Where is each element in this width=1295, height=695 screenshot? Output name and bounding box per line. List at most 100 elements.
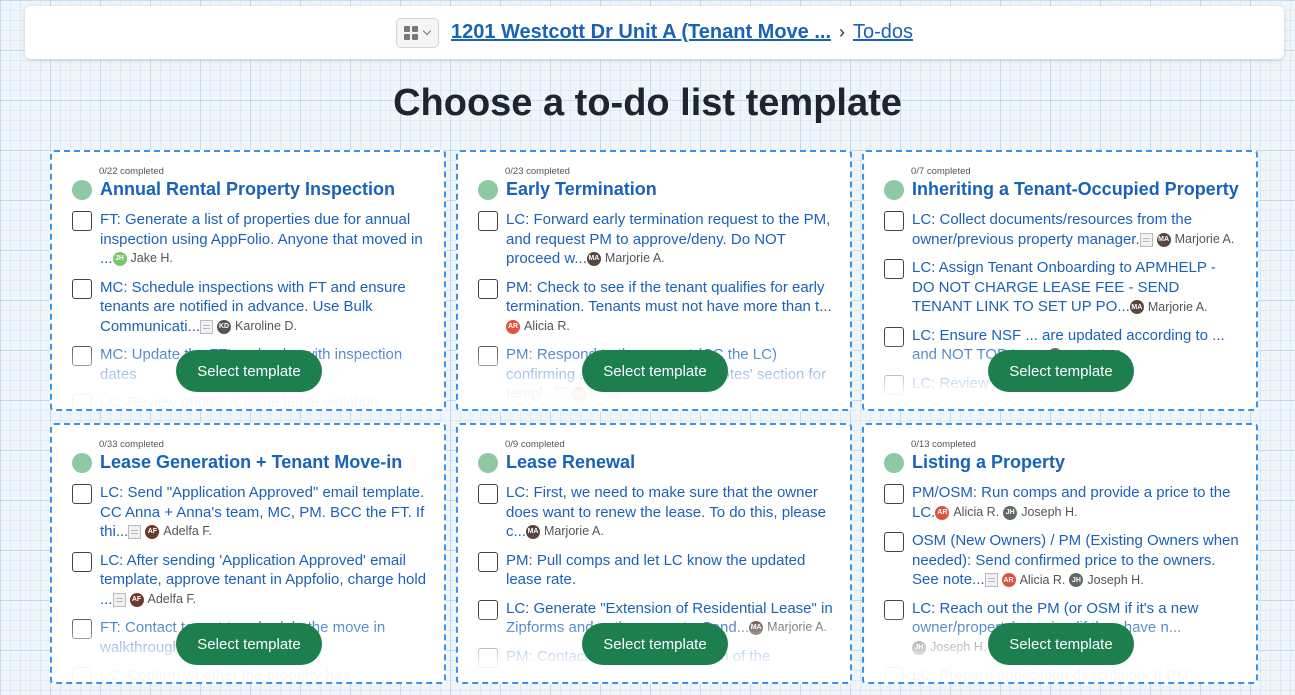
todo-checkbox[interactable] (478, 278, 498, 299)
todo-checkbox[interactable] (884, 532, 904, 553)
progress-dot-icon (478, 452, 498, 473)
template-header: Early Termination (478, 179, 657, 200)
todo-item: PM/OSM: Run comps and provide a price to… (884, 483, 1242, 522)
assignee-avatar: AR (1001, 573, 1016, 588)
todo-item: LC: Send "Application Approved" email te… (72, 483, 430, 542)
todo-text-block: LC: Collect documents/resources from the… (912, 210, 1242, 249)
assignee-avatar: AR (935, 505, 950, 520)
assignee-avatar: KD (217, 319, 232, 334)
todo-checkbox[interactable] (72, 551, 92, 572)
todo-text-block: LC: Forward early termination request to… (506, 210, 836, 269)
assignee-name: Alicia R. (524, 318, 570, 333)
assignee-avatar: JH (1069, 573, 1084, 588)
todo-meta: KD Karoline D. (200, 317, 297, 336)
chevron-down-icon (423, 26, 432, 36)
select-template-button[interactable]: Select template (582, 623, 728, 665)
todo-meta: AR Alicia R. (506, 317, 570, 336)
notes-document-icon (112, 592, 126, 607)
select-template-button[interactable]: Select template (988, 623, 1134, 665)
template-card[interactable]: 0/7 completed Inheriting a Tenant-Occupie… (862, 150, 1258, 411)
assignee-name: Joseph H. (1021, 504, 1078, 519)
project-switcher-button[interactable] (395, 17, 439, 48)
assignee-avatar: MA (1129, 300, 1144, 315)
template-header: Annual Rental Property Inspection (72, 179, 395, 200)
template-card[interactable]: 0/33 completed Lease Generation + Tenant … (50, 423, 446, 684)
todo-checkbox[interactable] (884, 211, 904, 231)
select-template-button[interactable]: Select template (988, 350, 1134, 392)
notes-document-icon (1139, 232, 1153, 247)
select-template-button[interactable]: Select template (582, 350, 728, 392)
notes-document-icon (128, 525, 142, 540)
breadcrumb-separator: › (839, 22, 846, 42)
assignee-name: Adelfa F. (163, 524, 212, 539)
template-title[interactable]: Early Termination (506, 179, 657, 200)
template-card[interactable]: 0/13 completed Listing a Property PM/OSM: … (862, 423, 1258, 684)
assignee-name: Jake H. (130, 251, 173, 266)
assignee-name: Adelfa F. (147, 591, 197, 606)
todo-meta: MAMarjorie A. (586, 249, 665, 268)
progress-dot-icon (884, 452, 904, 473)
todo-item: FT: Generate a list of properties due fo… (72, 210, 430, 269)
breadcrumb-project-link[interactable]: 1201 Westcott Dr Unit A (Tenant Move ... (451, 21, 831, 44)
todo-checkbox[interactable] (72, 211, 92, 231)
todo-checkbox[interactable] (72, 484, 92, 504)
grid-icon (404, 25, 419, 40)
assignee-avatar: AR (506, 319, 520, 334)
assignee-name: Karoline D. (235, 318, 297, 333)
todo-meta: AF Adelfa F. (112, 590, 197, 609)
todo-meta: AF Adelfa F. (128, 522, 212, 541)
todo-item: LC: Collect documents/resources from the… (884, 210, 1242, 249)
template-title[interactable]: Lease Generation + Tenant Move-in (100, 452, 402, 473)
progress-dot-icon (478, 179, 498, 200)
todo-checkbox[interactable] (884, 259, 904, 280)
template-card[interactable]: 0/23 completed Early Termination LC: Forwa… (456, 150, 852, 411)
todo-text-block: PM: Pull comps and let LC know the updat… (506, 551, 836, 590)
todo-text-block: LC: After sending 'Application Approved'… (100, 551, 430, 610)
assignee-avatar: AF (145, 525, 160, 540)
todo-text-block: LC: Send "Application Approved" email te… (100, 483, 430, 542)
assignee-avatar: MA (526, 525, 541, 540)
todo-checkbox[interactable] (478, 211, 498, 231)
template-header: Lease Generation + Tenant Move-in (72, 452, 402, 473)
completed-count: 0/23 completed (505, 166, 570, 177)
completed-count: 0/22 completed (99, 166, 164, 177)
assignee-avatar: MA (586, 252, 601, 267)
todo-meta: MAMarjorie A. (1129, 298, 1208, 317)
todo-text[interactable]: PM: Check to see if the tenant qualifies… (506, 279, 832, 316)
breadcrumb-bar: 1201 Westcott Dr Unit A (Tenant Move ...… (25, 6, 1284, 59)
todo-text-block: PM: Check to see if the tenant qualifies… (506, 278, 836, 337)
template-card[interactable]: 0/9 completed Lease Renewal LC: First, we … (456, 423, 852, 684)
assignee-name: Marjorie A. (1174, 231, 1235, 246)
notes-document-icon (200, 319, 214, 334)
todo-text[interactable]: PM: Pull comps and let LC know the updat… (506, 552, 805, 589)
template-title[interactable]: Annual Rental Property Inspection (100, 179, 395, 200)
select-template-button[interactable]: Select template (176, 350, 322, 392)
assignee-name: Marjorie A. (544, 524, 604, 539)
template-header: Listing a Property (884, 452, 1065, 473)
completed-count: 0/13 completed (911, 439, 976, 450)
todo-checkbox[interactable] (72, 278, 92, 299)
progress-dot-icon (884, 179, 904, 200)
select-template-button[interactable]: Select template (176, 623, 322, 665)
assignee-name: Alicia R. (1019, 572, 1066, 587)
todo-text[interactable]: LC: Forward early termination request to… (506, 211, 830, 267)
completed-count: 0/9 completed (505, 439, 565, 450)
todo-checkbox[interactable] (478, 551, 498, 572)
todo-item: PM: Check to see if the tenant qualifies… (478, 278, 836, 337)
notes-document-icon (984, 573, 998, 588)
breadcrumb-todos-link[interactable]: To-dos (853, 21, 913, 44)
assignee-avatar: MA (1156, 232, 1171, 247)
todo-checkbox[interactable] (478, 484, 498, 504)
todo-item: OSM (New Owners) / PM (Existing Owners w… (884, 531, 1242, 590)
assignee-name: Marjorie A. (1147, 299, 1208, 314)
page-title: Choose a to-do list template (393, 82, 902, 124)
template-title[interactable]: Lease Renewal (506, 452, 635, 473)
todo-checkbox[interactable] (884, 484, 904, 504)
todo-meta: AR Alicia R. JH Joseph H. (935, 503, 1077, 523)
todo-text-block: OSM (New Owners) / PM (Existing Owners w… (912, 531, 1242, 590)
template-title[interactable]: Inheriting a Tenant-Occupied Property (912, 179, 1239, 200)
template-card[interactable]: 0/22 completed Annual Rental Property Ins… (50, 150, 446, 411)
template-title[interactable]: Listing a Property (912, 452, 1065, 473)
template-header: Inheriting a Tenant-Occupied Property (884, 179, 1239, 200)
assignee-avatar: AF (129, 592, 144, 607)
